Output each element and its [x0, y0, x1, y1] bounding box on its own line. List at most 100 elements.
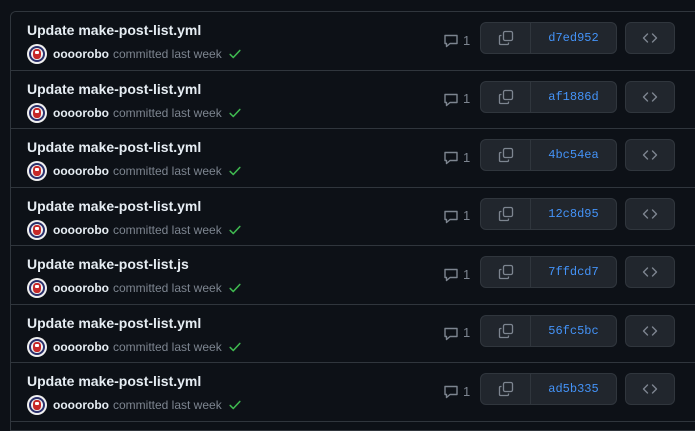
sha-button-group: 12c8d95: [480, 197, 617, 230]
comment-icon: [444, 268, 458, 282]
copy-sha-button[interactable]: [481, 81, 531, 112]
commit-message-link[interactable]: Update make-post-list.yml: [27, 373, 201, 389]
sha-link[interactable]: d7ed952: [531, 23, 616, 53]
commit-meta: oooorobo committed last week: [27, 278, 242, 298]
comment-icon: [444, 151, 458, 165]
comment-icon: [444, 327, 458, 340]
check-icon[interactable]: [228, 398, 242, 412]
sha-button-group: d7ed952: [480, 22, 617, 54]
avatar[interactable]: [27, 44, 47, 64]
copy-icon: [498, 264, 513, 280]
commit-row: Update make-post-list.yml oooorobo commi…: [11, 12, 695, 71]
copy-icon: [498, 147, 513, 163]
copy-sha-button[interactable]: [481, 257, 531, 287]
avatar[interactable]: [27, 395, 47, 415]
commit-message-link[interactable]: Update make-post-list.yml: [27, 81, 201, 97]
avatar[interactable]: [27, 336, 47, 357]
comment-icon: [444, 93, 458, 106]
commit-message-link[interactable]: Update make-post-list.yml: [27, 22, 201, 38]
copy-sha-button[interactable]: [481, 374, 531, 404]
comments-count-label: 1: [463, 32, 471, 48]
sha-link[interactable]: 12c8d95: [531, 199, 616, 229]
comments-count-label: 1: [463, 149, 471, 165]
check-icon[interactable]: [228, 106, 242, 120]
comments-count[interactable]: 1: [443, 266, 470, 282]
author-link[interactable]: oooorobo: [53, 106, 109, 120]
browse-repo-button[interactable]: [625, 139, 675, 171]
check-icon[interactable]: [228, 164, 242, 178]
commit-message-link[interactable]: Update make-post-list.js: [27, 256, 189, 272]
author-link[interactable]: oooorobo: [53, 340, 109, 354]
sha-link[interactable]: ad5b335: [531, 374, 616, 404]
browse-repo-button[interactable]: [625, 80, 675, 113]
sha-button-group: 56fc5bc: [480, 314, 617, 347]
comments-count[interactable]: 1: [443, 149, 470, 165]
browse-repo-button[interactable]: [625, 373, 675, 405]
commit-meta: oooorobo committed last week: [27, 219, 242, 240]
copy-icon: [498, 89, 513, 104]
commit-time: committed last week: [112, 164, 222, 178]
comments-count-label: 1: [463, 208, 471, 223]
check-icon[interactable]: [228, 340, 242, 354]
comments-count[interactable]: 1: [443, 208, 470, 224]
copy-sha-button[interactable]: [481, 198, 531, 229]
copy-icon: [498, 30, 513, 46]
copy-sha-button[interactable]: [481, 140, 531, 170]
avatar[interactable]: [27, 102, 47, 123]
commit-row: Update make-post-list.yml oooorobo commi…: [11, 187, 695, 246]
comments-count[interactable]: 1: [443, 325, 470, 341]
check-icon[interactable]: [228, 281, 242, 295]
code-icon: [642, 325, 658, 336]
comment-icon: [444, 385, 458, 399]
commit-time: committed last week: [112, 339, 222, 354]
commit-list: Update make-post-list.yml oooorobo commi…: [10, 11, 695, 431]
sha-link[interactable]: 7ffdcd7: [531, 257, 616, 287]
code-icon: [642, 33, 658, 43]
code-icon: [642, 267, 658, 277]
sha-link[interactable]: af1886d: [531, 82, 616, 112]
author-link[interactable]: oooorobo: [53, 281, 109, 295]
sha-button-group: 4bc54ea: [480, 139, 617, 171]
code-icon: [642, 384, 658, 394]
commit-row: Update make-post-list.yml oooorobo commi…: [11, 304, 695, 363]
comments-count-label: 1: [463, 266, 471, 282]
copy-icon: [498, 206, 513, 221]
browse-repo-button[interactable]: [625, 256, 675, 288]
author-link[interactable]: oooorobo: [53, 223, 109, 237]
browse-repo-button[interactable]: [625, 22, 675, 54]
commit-meta: oooorobo committed last week: [27, 161, 242, 181]
copy-sha-button[interactable]: [481, 23, 531, 53]
avatar[interactable]: [27, 278, 47, 298]
comments-count-label: 1: [463, 383, 471, 399]
check-icon[interactable]: [228, 47, 242, 61]
commit-message-link[interactable]: Update make-post-list.yml: [27, 139, 201, 155]
comments-count[interactable]: 1: [443, 32, 470, 48]
commit-message-link[interactable]: Update make-post-list.yml: [27, 315, 201, 331]
avatar[interactable]: [27, 161, 47, 181]
sha-button-group: ad5b335: [480, 373, 617, 405]
commit-time: committed last week: [112, 47, 222, 61]
browse-repo-button[interactable]: [625, 314, 675, 347]
author-link[interactable]: oooorobo: [53, 164, 109, 178]
check-icon[interactable]: [228, 223, 242, 237]
sha-link[interactable]: 56fc5bc: [531, 316, 616, 346]
copy-icon: [498, 323, 513, 338]
code-icon: [642, 91, 658, 102]
code-icon: [642, 208, 658, 219]
author-link[interactable]: oooorobo: [53, 398, 109, 412]
copy-sha-button[interactable]: [481, 315, 531, 346]
comments-count[interactable]: 1: [443, 91, 470, 107]
author-link[interactable]: oooorobo: [53, 47, 109, 61]
commit-message-link[interactable]: Update make-post-list.yml: [27, 198, 201, 214]
commit-row: Update make-post-list.js oooorobo commit…: [11, 246, 695, 305]
avatar[interactable]: [27, 219, 47, 240]
code-icon: [642, 150, 658, 160]
sha-button-group: 7ffdcd7: [480, 256, 617, 288]
comments-count-label: 1: [463, 91, 471, 106]
comments-count[interactable]: 1: [443, 383, 470, 399]
commit-time: committed last week: [112, 398, 222, 412]
commit-meta: oooorobo committed last week: [27, 44, 242, 64]
sha-link[interactable]: 4bc54ea: [531, 140, 616, 170]
commit-row: Update make-post-list.yml oooorobo commi…: [11, 70, 695, 129]
browse-repo-button[interactable]: [625, 197, 675, 230]
